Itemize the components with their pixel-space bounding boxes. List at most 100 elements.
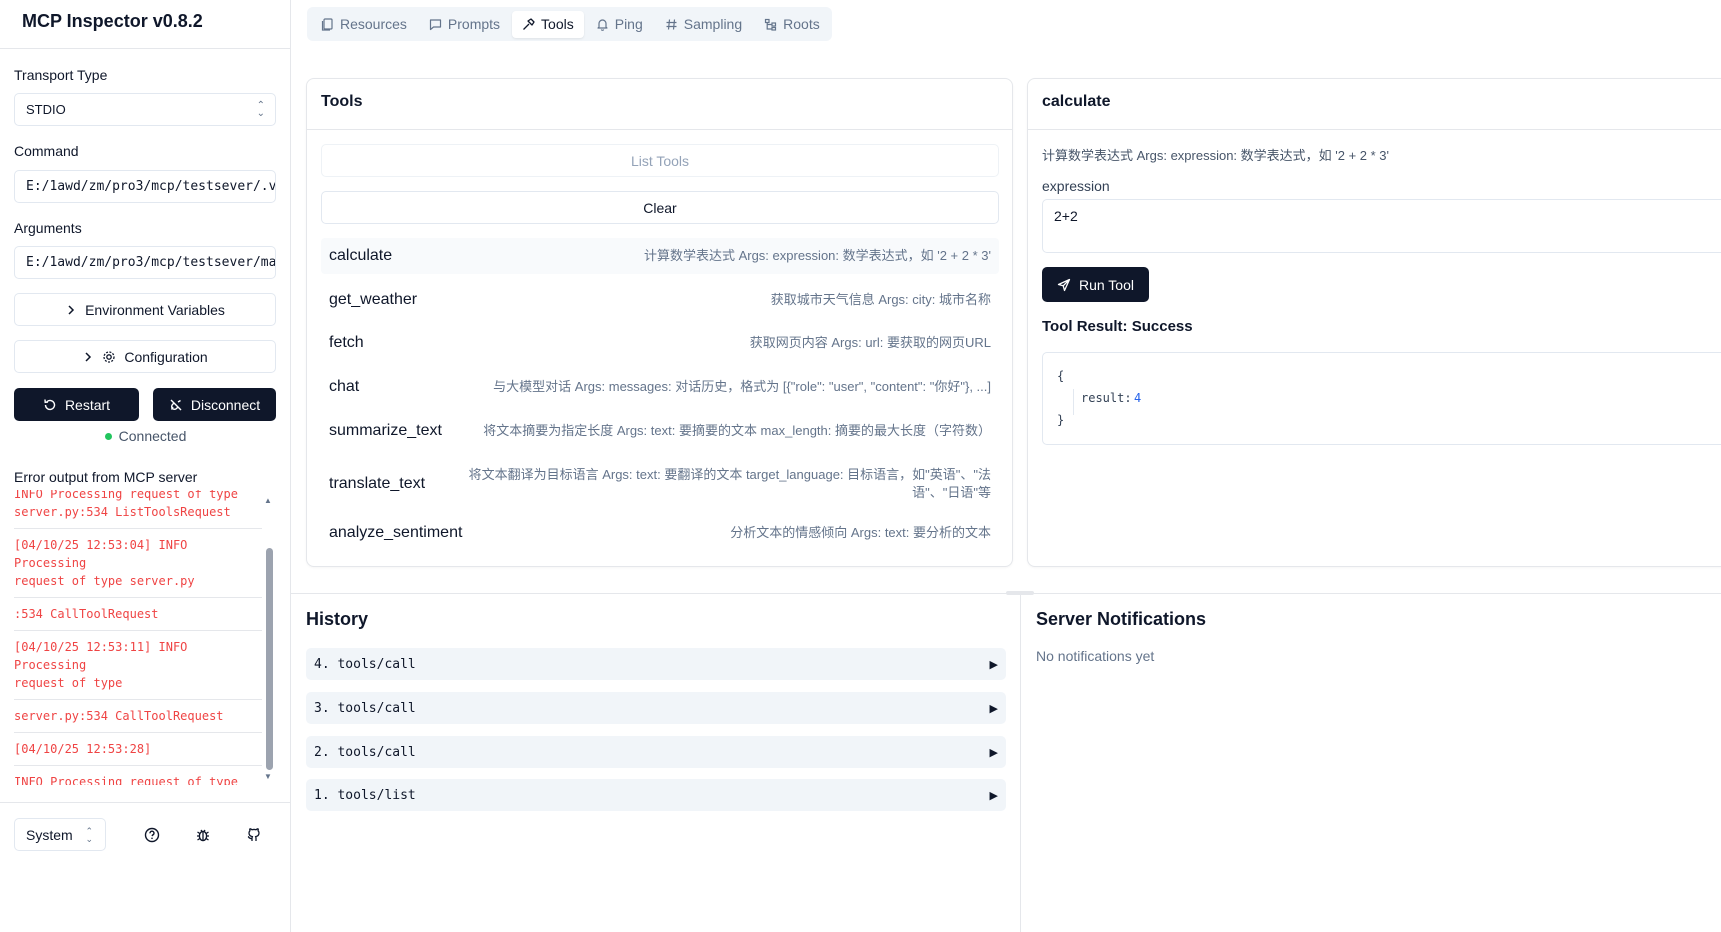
error-log-entry: [04/10/25 12:53:28]	[14, 733, 262, 766]
tools-panel: Tools List Tools Clear calculate 计算数学表达式 …	[306, 78, 1013, 567]
tool-item-summarize-text[interactable]: summarize_text 将文本摘要为指定长度 Args: text: 要摘要…	[321, 413, 999, 449]
scroll-up-icon[interactable]: ▲	[264, 496, 272, 505]
disconnect-button[interactable]: Disconnect	[153, 388, 276, 421]
chevron-right-icon	[68, 304, 75, 315]
tool-item-translate-text[interactable]: translate_text 将文本翻译为目标语言 Args: text: 要翻译…	[321, 461, 999, 507]
bug-icon[interactable]	[194, 826, 212, 844]
command-label: Command	[14, 143, 79, 159]
scroll-down-icon[interactable]: ▼	[264, 772, 272, 781]
tool-description: 获取网页内容 Args: url: 要获取的网页URL	[749, 335, 991, 350]
tool-name: summarize_text	[329, 422, 442, 439]
expand-triangle-icon[interactable]: ▶	[990, 658, 998, 671]
tab-tools[interactable]: Tools	[512, 10, 584, 38]
theme-value: System	[26, 826, 73, 843]
tool-detail-description: 计算数学表达式 Args: expression: 数学表达式，如 '2 + 2…	[1042, 148, 1390, 163]
error-log-scrollbar[interactable]: ▲ ▼	[264, 496, 274, 782]
environment-variables-button[interactable]: Environment Variables	[14, 293, 276, 326]
main-tabs: Resources Prompts Tools Ping Sampling Ro…	[307, 7, 832, 41]
error-log-entry: [04/10/25 12:53:04] INFO Processing requ…	[14, 529, 262, 598]
no-notifications-text: No notifications yet	[1036, 648, 1155, 664]
tool-description: 获取城市天气信息 Args: city: 城市名称	[770, 292, 991, 307]
json-value: 4	[1134, 391, 1142, 405]
history-item[interactable]: 2. tools/call ▶	[306, 736, 1006, 768]
history-item-label: 2. tools/call	[314, 744, 416, 760]
history-item[interactable]: 4. tools/call ▶	[306, 648, 1006, 680]
unplug-icon	[170, 399, 182, 410]
tab-resources[interactable]: Resources	[311, 11, 417, 38]
panel-divider	[1028, 129, 1721, 130]
history-item[interactable]: 3. tools/call ▶	[306, 692, 1006, 724]
history-item[interactable]: 1. tools/list ▶	[306, 779, 1006, 811]
hash-icon	[666, 18, 677, 30]
github-icon[interactable]	[245, 826, 263, 844]
arguments-input[interactable]: E:/1awd/zm/pro3/mcp/testsever/main	[14, 246, 276, 279]
transport-type-label: Transport Type	[14, 67, 108, 83]
tool-name: translate_text	[329, 475, 426, 492]
tool-item-calculate[interactable]: calculate 计算数学表达式 Args: expression: 数学表达式…	[321, 238, 999, 274]
tool-detail-title: calculate	[1042, 93, 1111, 110]
tab-prompts-label: Prompts	[447, 16, 501, 32]
restart-button[interactable]: Restart	[14, 388, 139, 421]
json-open-brace: {	[1057, 369, 1065, 383]
tool-description: 分析文本的情感倾向 Args: text: 要分析的文本	[730, 525, 991, 540]
send-icon	[1057, 278, 1071, 291]
tool-name: analyze_sentiment	[329, 524, 463, 541]
tool-result-title: Tool Result: Success	[1042, 318, 1193, 335]
help-icon[interactable]	[143, 826, 161, 844]
history-title: History	[306, 609, 369, 629]
tab-sampling[interactable]: Sampling	[655, 11, 752, 38]
run-tool-button[interactable]: Run Tool	[1042, 267, 1149, 302]
tool-description: 将文本翻译为目标语言 Args: text: 要翻译的文本 target_lan…	[468, 467, 991, 500]
message-icon	[429, 18, 442, 30]
app-title: MCP Inspector v0.8.2	[22, 11, 203, 31]
expand-triangle-icon[interactable]: ▶	[990, 702, 998, 715]
error-output-label: Error output from MCP server	[14, 469, 198, 485]
server-notifications-title: Server Notifications	[1036, 609, 1207, 629]
chevron-right-icon	[85, 351, 92, 362]
command-input[interactable]: E:/1awd/zm/pro3/mcp/testsever/.ven	[14, 170, 276, 203]
select-chevrons-icon: ⌃ ⌄	[256, 100, 265, 119]
status-text: Connected	[118, 428, 187, 444]
expand-triangle-icon[interactable]: ▶	[990, 746, 998, 759]
expression-label: expression	[1042, 178, 1110, 194]
expand-triangle-icon[interactable]: ▶	[990, 789, 998, 802]
sidebar: MCP Inspector v0.8.2 Transport Type STDI…	[0, 0, 291, 932]
expression-input[interactable]: 2+2	[1042, 199, 1721, 253]
scroll-thumb[interactable]	[266, 548, 273, 770]
json-key: result:	[1081, 391, 1132, 405]
restart-label: Restart	[64, 396, 111, 413]
tool-detail-panel: calculate 计算数学表达式 Args: expression: 数学表达…	[1027, 78, 1721, 567]
tool-description: 与大模型对话 Args: messages: 对话历史，格式为 [{"role"…	[493, 379, 991, 394]
tool-name: chat	[329, 378, 360, 395]
gear-icon	[103, 350, 116, 363]
configuration-label: Configuration	[124, 348, 208, 365]
tool-description: 计算数学表达式 Args: expression: 数学表达式，如 '2 + 2…	[643, 248, 991, 263]
transport-type-select[interactable]: STDIO ⌃ ⌄	[14, 93, 276, 126]
tool-description: 将文本摘要为指定长度 Args: text: 要摘要的文本 max_length…	[483, 423, 991, 438]
tab-sampling-label: Sampling	[683, 16, 743, 32]
tab-roots[interactable]: Roots	[754, 11, 830, 38]
tool-item-get-weather[interactable]: get_weather 获取城市天气信息 Args: city: 城市名称	[321, 282, 999, 318]
json-indent-guide	[1073, 389, 1074, 415]
configuration-button[interactable]: Configuration	[14, 340, 276, 373]
tab-prompts[interactable]: Prompts	[419, 11, 510, 38]
tab-tools-label: Tools	[541, 16, 574, 32]
tool-name: calculate	[329, 247, 393, 264]
clear-button[interactable]: Clear	[321, 191, 999, 224]
environment-variables-label: Environment Variables	[85, 301, 225, 318]
run-tool-label: Run Tool	[1078, 276, 1134, 293]
tool-item-fetch[interactable]: fetch 获取网页内容 Args: url: 要获取的网页URL	[321, 325, 999, 361]
tools-panel-title: Tools	[321, 93, 363, 110]
panel-divider	[307, 129, 1012, 130]
select-chevrons-icon: ⌃ ⌄	[85, 826, 93, 844]
tree-icon	[765, 18, 777, 31]
bottom-divider	[1020, 594, 1021, 932]
theme-select[interactable]: System ⌃ ⌄	[14, 818, 106, 851]
tool-item-chat[interactable]: chat 与大模型对话 Args: messages: 对话历史，格式为 [{"r…	[321, 369, 999, 405]
list-tools-button[interactable]: List Tools	[321, 144, 999, 177]
transport-type-value: STDIO	[26, 102, 66, 117]
json-close-brace: }	[1057, 413, 1065, 427]
file-icon	[321, 17, 333, 31]
tool-item-analyze-sentiment[interactable]: analyze_sentiment 分析文本的情感倾向 Args: text: 要…	[321, 515, 999, 551]
tab-ping[interactable]: Ping	[586, 11, 653, 38]
